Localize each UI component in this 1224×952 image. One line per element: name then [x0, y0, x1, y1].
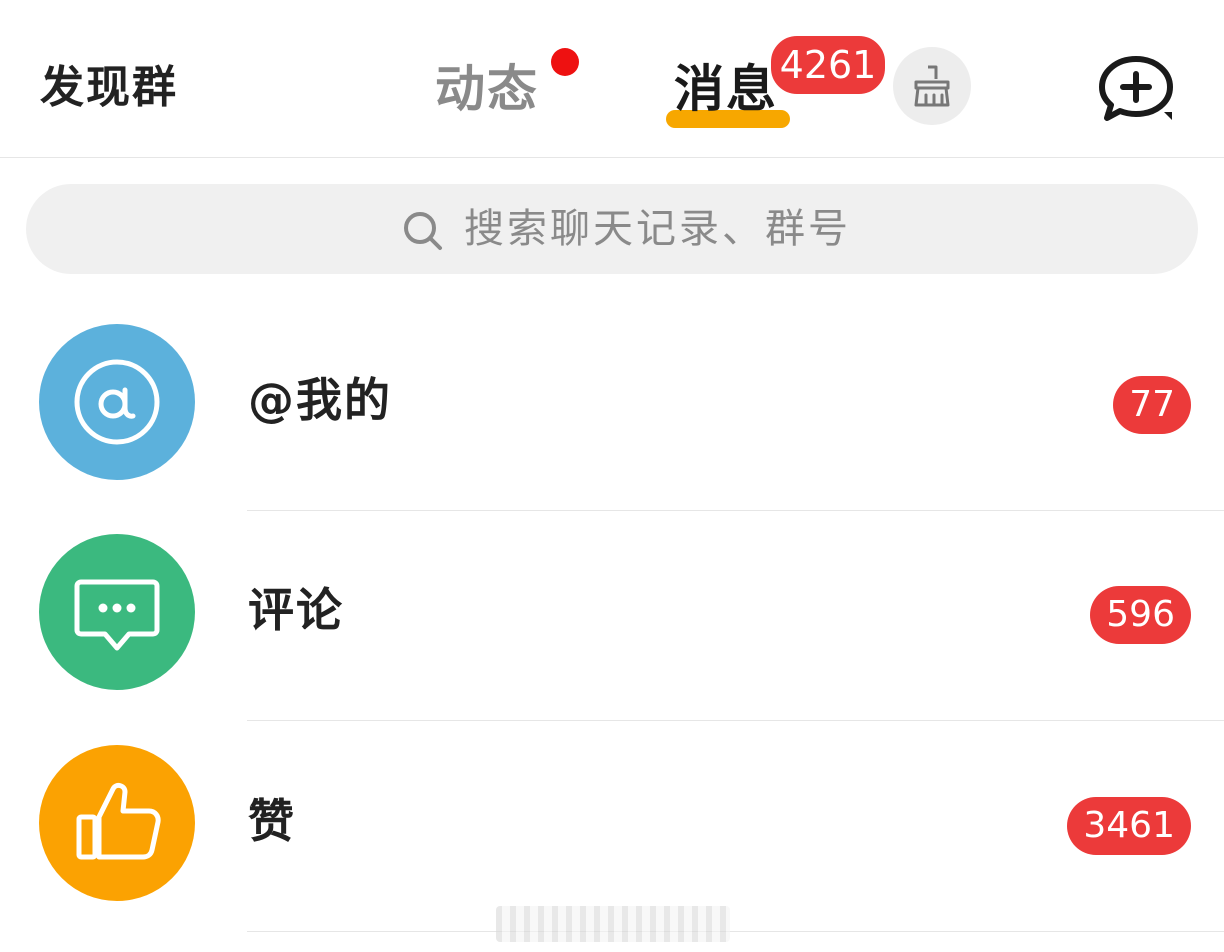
list-item-label: @我的	[248, 373, 392, 427]
list-item-likes[interactable]: 赞 3461	[0, 721, 1224, 932]
comments-avatar	[39, 534, 195, 690]
tab-dynamic[interactable]: 动态	[435, 56, 539, 122]
search-placeholder: 搜索聊天记录、群号	[464, 206, 851, 252]
mentions-avatar	[39, 324, 195, 480]
discover-groups-link[interactable]: 发现群	[40, 58, 178, 118]
likes-count-badge: 3461	[1067, 797, 1191, 855]
thumbs-up-icon	[76, 782, 161, 860]
clear-unread-button[interactable]	[893, 47, 971, 125]
new-chat-button[interactable]	[1098, 54, 1174, 124]
tab-messages[interactable]: 消息	[674, 56, 778, 122]
row-divider	[247, 931, 1224, 932]
top-divider	[0, 157, 1224, 158]
broom-icon	[914, 65, 950, 107]
list-item-comments[interactable]: 评论 596	[0, 510, 1224, 721]
list-item-mentions[interactable]: @我的 77	[0, 300, 1224, 511]
search-icon	[404, 212, 442, 250]
at-icon	[74, 359, 160, 445]
messages-count-badge: 4261	[768, 33, 888, 97]
bottom-strip	[496, 906, 730, 942]
likes-avatar	[39, 745, 195, 901]
tab-dynamic-unread-dot	[551, 48, 579, 76]
messages-page: 发现群 动态 消息 4261 搜索聊天记录、群号 @我的 77 评论 596 赞…	[0, 0, 1224, 952]
search-bar[interactable]: 搜索聊天记录、群号	[26, 184, 1198, 274]
mentions-count-badge: 77	[1113, 376, 1191, 434]
list-item-label: 评论	[248, 583, 344, 637]
comments-count-badge: 596	[1090, 586, 1191, 644]
top-bar: 发现群 动态 消息 4261	[0, 0, 1224, 158]
comment-icon	[74, 579, 160, 651]
chat-plus-icon	[1099, 56, 1173, 121]
list-item-label: 赞	[248, 794, 296, 848]
